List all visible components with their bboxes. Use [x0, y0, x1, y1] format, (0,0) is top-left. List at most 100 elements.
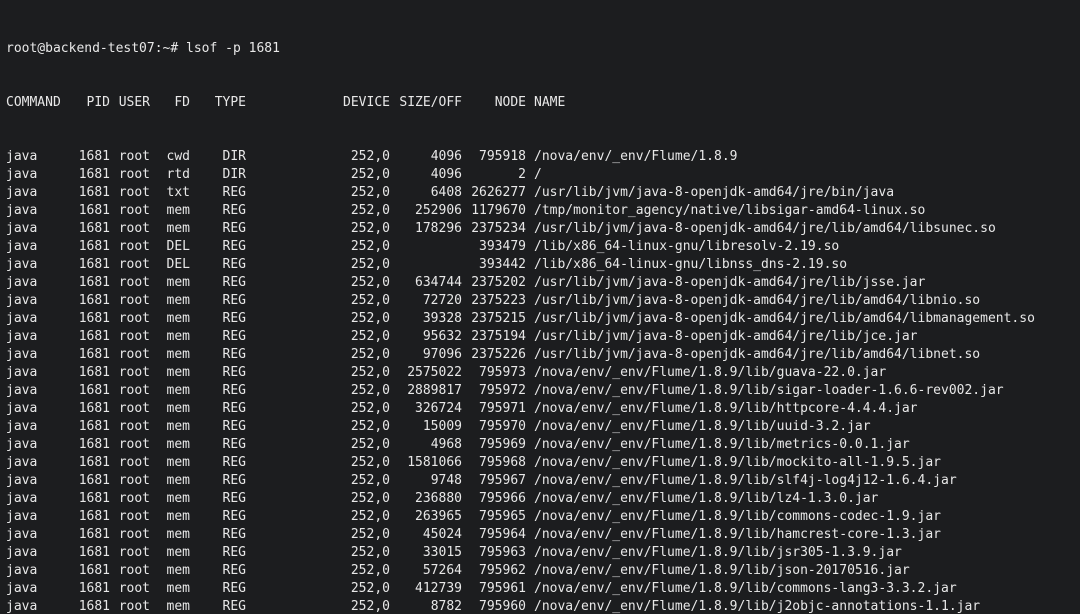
cell-node: 795966 [462, 490, 526, 508]
cell-size_off: 4968 [390, 436, 462, 454]
cell-device: 252,0 [246, 400, 390, 418]
cell-user: root [110, 508, 150, 526]
table-row: java1681rootmemREG252,01782962375234/usr… [6, 220, 1074, 238]
cell-pid: 1681 [70, 184, 110, 202]
cell-type: REG [190, 454, 246, 472]
cell-node: 2375226 [462, 346, 526, 364]
cell-fd: mem [150, 328, 190, 346]
cell-command: java [6, 310, 70, 328]
table-row: java1681rootDELREG252,0393442/lib/x86_64… [6, 256, 1074, 274]
cell-pid: 1681 [70, 274, 110, 292]
cell-pid: 1681 [70, 382, 110, 400]
cell-device: 252,0 [246, 346, 390, 364]
cell-fd: mem [150, 472, 190, 490]
cell-node: 795965 [462, 508, 526, 526]
cell-name: /nova/env/_env/Flume/1.8.9 [526, 148, 738, 166]
cell-command: java [6, 220, 70, 238]
cell-user: root [110, 346, 150, 364]
col-header-user: USER [110, 94, 150, 112]
cell-pid: 1681 [70, 256, 110, 274]
table-row: java1681rootmemREG252,015009795970/nova/… [6, 418, 1074, 436]
cell-pid: 1681 [70, 472, 110, 490]
cell-node: 795968 [462, 454, 526, 472]
cell-fd: mem [150, 382, 190, 400]
cell-size_off: 2889817 [390, 382, 462, 400]
cell-device: 252,0 [246, 238, 390, 256]
cell-pid: 1681 [70, 292, 110, 310]
cell-device: 252,0 [246, 274, 390, 292]
cell-user: root [110, 328, 150, 346]
cell-command: java [6, 346, 70, 364]
cell-name: /nova/env/_env/Flume/1.8.9/lib/lz4-1.3.0… [526, 490, 878, 508]
terminal-output[interactable]: root@backend-test07:~# lsof -p 1681 COMM… [0, 0, 1080, 614]
cell-pid: 1681 [70, 220, 110, 238]
cell-node: 2 [462, 166, 526, 184]
cell-node: 795970 [462, 418, 526, 436]
cell-name: /usr/lib/jvm/java-8-openjdk-amd64/jre/li… [526, 346, 980, 364]
cell-command: java [6, 238, 70, 256]
cell-node: 2375194 [462, 328, 526, 346]
cell-size_off: 326724 [390, 400, 462, 418]
cell-user: root [110, 166, 150, 184]
cell-user: root [110, 148, 150, 166]
cell-name: /nova/env/_env/Flume/1.8.9/lib/guava-22.… [526, 364, 886, 382]
cell-fd: DEL [150, 238, 190, 256]
cell-device: 252,0 [246, 598, 390, 614]
cell-fd: mem [150, 400, 190, 418]
cell-node: 795961 [462, 580, 526, 598]
table-row: java1681roottxtREG252,064082626277/usr/l… [6, 184, 1074, 202]
table-row: java1681rootmemREG252,02575022795973/nov… [6, 364, 1074, 382]
cell-name: /nova/env/_env/Flume/1.8.9/lib/json-2017… [526, 562, 910, 580]
cell-device: 252,0 [246, 382, 390, 400]
cell-size_off: 33015 [390, 544, 462, 562]
cell-device: 252,0 [246, 328, 390, 346]
cell-fd: mem [150, 562, 190, 580]
cell-fd: mem [150, 310, 190, 328]
cell-user: root [110, 256, 150, 274]
cell-name: /usr/lib/jvm/java-8-openjdk-amd64/jre/li… [526, 328, 918, 346]
cell-type: REG [190, 310, 246, 328]
cell-fd: mem [150, 526, 190, 544]
cell-name: /usr/lib/jvm/java-8-openjdk-amd64/jre/li… [526, 292, 980, 310]
cell-name: /nova/env/_env/Flume/1.8.9/lib/commons-c… [526, 508, 941, 526]
cell-user: root [110, 598, 150, 614]
table-row: java1681rootmemREG252,01581066795968/nov… [6, 454, 1074, 472]
cell-command: java [6, 184, 70, 202]
cell-size_off: 8782 [390, 598, 462, 614]
cell-size_off: 72720 [390, 292, 462, 310]
cell-fd: DEL [150, 256, 190, 274]
cell-pid: 1681 [70, 508, 110, 526]
cell-command: java [6, 328, 70, 346]
cell-size_off: 57264 [390, 562, 462, 580]
table-row: java1681rootmemREG252,0970962375226/usr/… [6, 346, 1074, 364]
cell-pid: 1681 [70, 526, 110, 544]
cell-user: root [110, 364, 150, 382]
cell-command: java [6, 202, 70, 220]
cell-user: root [110, 436, 150, 454]
lsof-header-row: COMMAND PID USER FD TYPE DEVICE SIZE/OFF… [6, 94, 1074, 112]
cell-user: root [110, 274, 150, 292]
cell-command: java [6, 562, 70, 580]
cell-device: 252,0 [246, 364, 390, 382]
cell-fd: rtd [150, 166, 190, 184]
table-row: java1681rootmemREG252,057264795962/nova/… [6, 562, 1074, 580]
cell-device: 252,0 [246, 580, 390, 598]
cell-device: 252,0 [246, 202, 390, 220]
cell-pid: 1681 [70, 490, 110, 508]
cell-type: REG [190, 364, 246, 382]
cell-node: 2375223 [462, 292, 526, 310]
cell-command: java [6, 148, 70, 166]
cell-fd: mem [150, 490, 190, 508]
cell-size_off: 178296 [390, 220, 462, 238]
cell-user: root [110, 184, 150, 202]
command-text: lsof -p 1681 [186, 40, 280, 58]
cell-pid: 1681 [70, 202, 110, 220]
cell-node: 795971 [462, 400, 526, 418]
cell-fd: mem [150, 274, 190, 292]
cell-size_off: 6408 [390, 184, 462, 202]
cell-pid: 1681 [70, 436, 110, 454]
cell-user: root [110, 202, 150, 220]
cell-type: REG [190, 256, 246, 274]
cell-type: REG [190, 508, 246, 526]
table-row: java1681rootDELREG252,0393479/lib/x86_64… [6, 238, 1074, 256]
